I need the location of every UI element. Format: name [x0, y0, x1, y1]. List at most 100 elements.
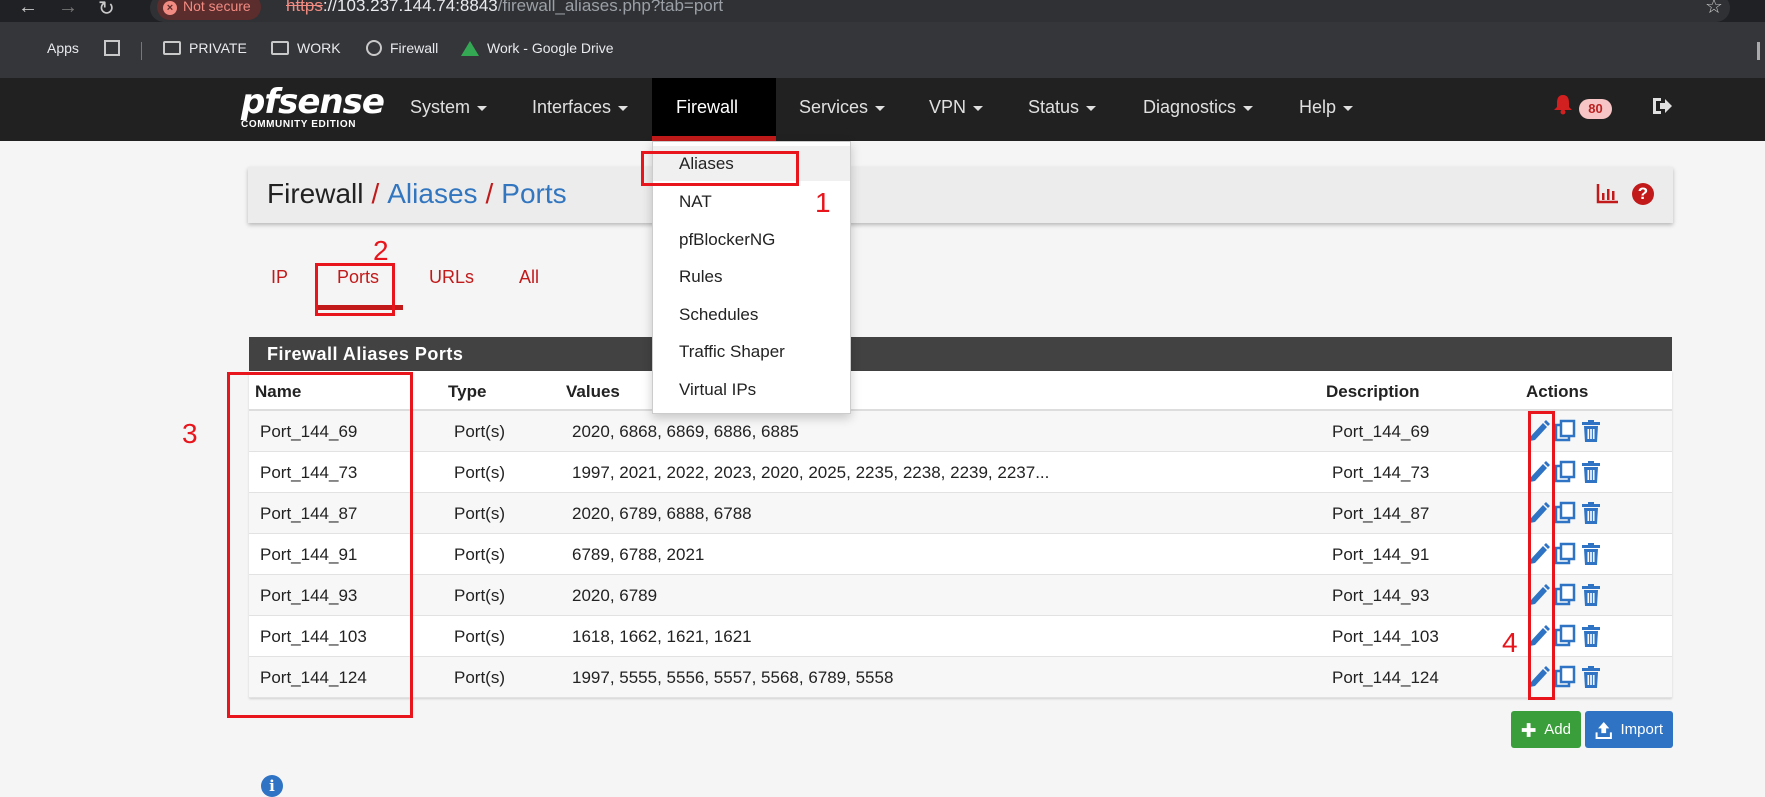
- alias-type: Port(s): [454, 504, 505, 523]
- nav-system[interactable]: System: [410, 78, 488, 141]
- copy-icon[interactable]: [1554, 501, 1576, 525]
- alias-values: 1997, 5555, 5556, 5557, 5568, 6789, 5558: [572, 668, 894, 687]
- table-row[interactable]: Port_144_93 Port(s) 2020, 6789 Port_144_93: [249, 575, 1672, 616]
- alias-type: Port(s): [454, 668, 505, 687]
- annotation-box-name-column: [227, 372, 413, 718]
- breadcrumb-ports-link[interactable]: Ports: [501, 178, 566, 209]
- bell-icon[interactable]: [1552, 93, 1574, 115]
- alias-type: Port(s): [454, 422, 505, 441]
- copy-icon[interactable]: [1554, 460, 1576, 484]
- bookmark-private[interactable]: PRIVATE: [163, 40, 247, 56]
- table-body: Port_144_69 Port(s) 2020, 6868, 6869, 6886…: [249, 411, 1672, 698]
- table-row[interactable]: Port_144_73 Port(s) 1997, 2021, 2022, 2023…: [249, 452, 1672, 493]
- tab-all[interactable]: All: [519, 267, 539, 288]
- menu-item-traffic-shaper[interactable]: Traffic Shaper: [653, 334, 850, 369]
- nav-help[interactable]: Help: [1299, 78, 1354, 141]
- bookmarks-divider: [141, 42, 142, 60]
- bookmark-apps[interactable]: Apps: [23, 40, 79, 56]
- annotation-label-2: 2: [373, 235, 389, 266]
- menu-item-schedules[interactable]: Schedules: [653, 297, 850, 332]
- table-row[interactable]: Port_144_69 Port(s) 2020, 6868, 6869, 6886…: [249, 411, 1672, 452]
- trash-icon[interactable]: [1580, 542, 1602, 566]
- nav-firewall[interactable]: Firewall: [652, 78, 776, 169]
- alias-description: Port_144_87: [1332, 504, 1430, 523]
- col-description[interactable]: Description: [1326, 382, 1420, 402]
- breadcrumb-aliases-link[interactable]: Aliases: [387, 178, 477, 209]
- table-row[interactable]: Port_144_91 Port(s) 6789, 6788, 2021 Port_1…: [249, 534, 1672, 575]
- caret-down-icon: [477, 105, 488, 111]
- back-icon[interactable]: ←: [18, 0, 38, 19]
- nav-status[interactable]: Status: [1028, 78, 1097, 141]
- breadcrumb: Firewall / Aliases / Ports: [267, 178, 567, 209]
- url-text[interactable]: https://103.237.144.74:8843/firewall_ali…: [286, 0, 723, 18]
- table-row[interactable]: Port_144_124 Port(s) 1997, 5555, 5556, 555…: [249, 657, 1672, 698]
- menu-item-pfblockerng[interactable]: pfBlockerNG: [653, 222, 850, 257]
- bookmark-firewall[interactable]: Firewall: [366, 40, 438, 56]
- trash-icon[interactable]: [1580, 624, 1602, 648]
- col-type[interactable]: Type: [448, 382, 486, 402]
- tab-urls[interactable]: URLs: [429, 267, 474, 288]
- alias-values: 6789, 6788, 2021: [572, 545, 705, 564]
- upload-icon: [1595, 721, 1612, 739]
- apps-grid-icon: [23, 40, 39, 56]
- logout-icon[interactable]: [1649, 94, 1673, 118]
- import-button[interactable]: Import: [1585, 711, 1673, 748]
- alias-type: Port(s): [454, 586, 505, 605]
- alias-values: 1997, 2021, 2022, 2023, 2020, 2025, 2235…: [572, 463, 1050, 482]
- plus-icon: [1521, 722, 1536, 737]
- col-values[interactable]: Values: [566, 382, 620, 402]
- trash-icon[interactable]: [1580, 665, 1602, 689]
- security-chip[interactable]: × Not secure: [157, 0, 261, 20]
- tab-ip[interactable]: IP: [271, 267, 288, 288]
- globe-icon: [366, 40, 382, 56]
- trash-icon[interactable]: [1580, 460, 1602, 484]
- annotation-label-3: 3: [182, 418, 198, 449]
- alias-description: Port_144_73: [1332, 463, 1430, 482]
- notification-count-badge[interactable]: 80: [1579, 99, 1612, 119]
- caret-down-icon: [973, 105, 984, 111]
- annotation-box-edit-icons: [1528, 411, 1555, 700]
- nav-vpn[interactable]: VPN: [929, 78, 984, 141]
- google-drive-icon: [461, 40, 479, 56]
- copy-icon[interactable]: [1554, 624, 1576, 648]
- trash-icon[interactable]: [1580, 583, 1602, 607]
- bar-chart-icon[interactable]: [1596, 182, 1620, 204]
- alias-values: 2020, 6789, 6888, 6788: [572, 504, 752, 523]
- alias-values: 2020, 6868, 6869, 6886, 6885: [572, 422, 799, 441]
- bookmark-google-drive[interactable]: Work - Google Drive: [461, 40, 614, 56]
- nav-interfaces[interactable]: Interfaces: [532, 78, 629, 141]
- alias-values: 2020, 6789: [572, 586, 658, 605]
- caret-down-icon: [875, 105, 886, 111]
- scrollbar[interactable]: [1757, 42, 1760, 60]
- caret-down-icon: [1086, 105, 1097, 111]
- bookmark-work[interactable]: WORK: [271, 40, 341, 56]
- bookmark-star-icon[interactable]: ☆: [1705, 0, 1723, 19]
- table-row[interactable]: Port_144_103 Port(s) 1618, 1662, 1621, 162…: [249, 616, 1672, 657]
- aliases-table: Name Type Values Description Actions Por…: [249, 371, 1672, 698]
- help-icon[interactable]: ?: [1632, 183, 1654, 205]
- alias-description: Port_144_103: [1332, 627, 1439, 646]
- nav-services[interactable]: Services: [799, 78, 886, 141]
- pfsense-logo[interactable]: pfsense COMMUNITY EDITION: [241, 84, 385, 130]
- annotation-box-aliases: [641, 151, 799, 186]
- menu-item-virtual-ips[interactable]: Virtual IPs: [653, 372, 850, 407]
- forward-icon[interactable]: →: [58, 0, 78, 19]
- panel-title: Firewall Aliases Ports: [249, 337, 1672, 371]
- folder-icon: [271, 41, 289, 55]
- trash-icon[interactable]: [1580, 419, 1602, 443]
- copy-icon[interactable]: [1554, 419, 1576, 443]
- caret-down-icon: [618, 105, 629, 111]
- add-button[interactable]: Add: [1511, 711, 1581, 748]
- reload-icon[interactable]: ↻: [98, 0, 115, 21]
- copy-icon[interactable]: [1554, 583, 1576, 607]
- nav-diagnostics[interactable]: Diagnostics: [1143, 78, 1254, 141]
- table-row[interactable]: Port_144_87 Port(s) 2020, 6789, 6888, 6788…: [249, 493, 1672, 534]
- trash-icon[interactable]: [1580, 501, 1602, 525]
- menu-item-rules[interactable]: Rules: [653, 259, 850, 294]
- info-icon[interactable]: i: [261, 775, 283, 797]
- alias-description: Port_144_69: [1332, 422, 1430, 441]
- tab-groups-icon[interactable]: [104, 40, 120, 56]
- copy-icon[interactable]: [1554, 665, 1576, 689]
- warning-icon: ×: [163, 1, 177, 15]
- copy-icon[interactable]: [1554, 542, 1576, 566]
